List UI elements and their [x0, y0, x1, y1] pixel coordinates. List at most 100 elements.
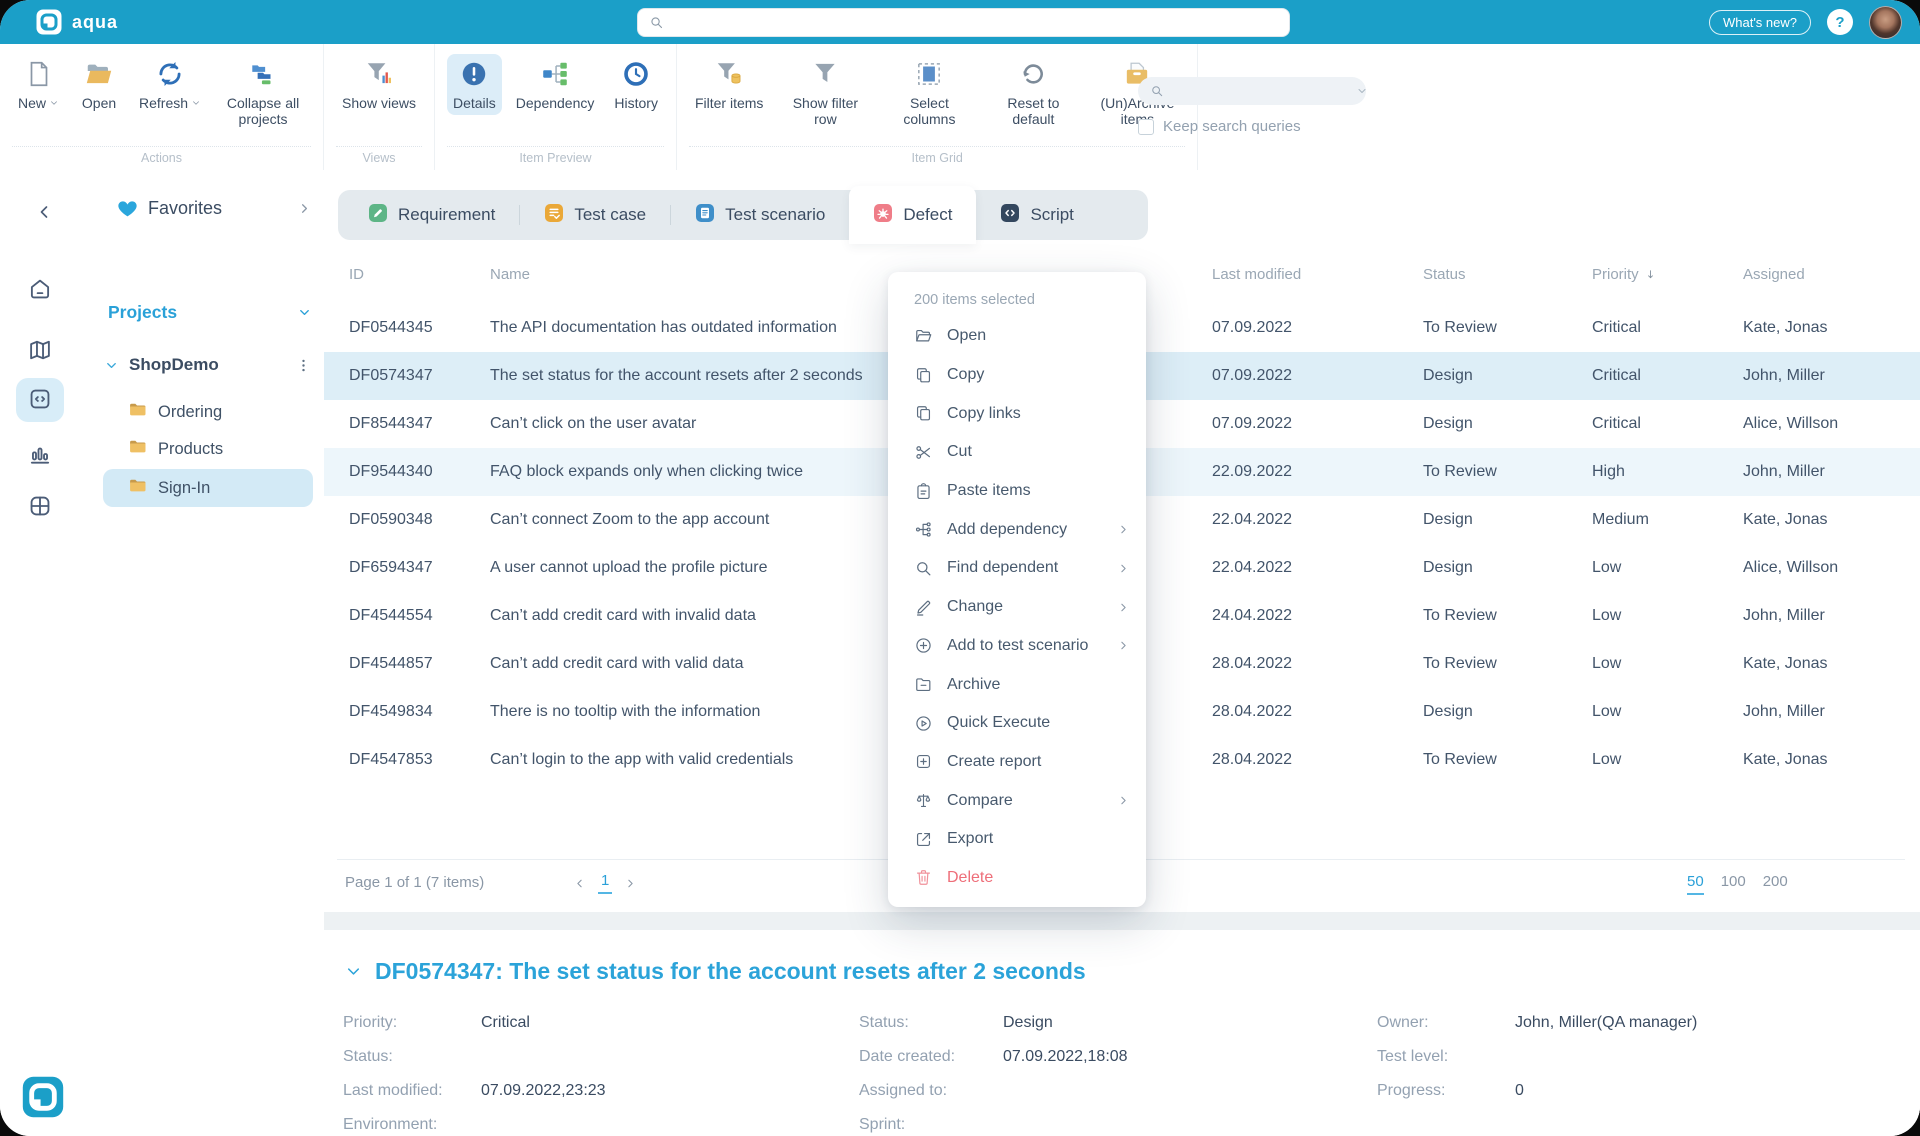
menu-item-add-dependency[interactable]: Add dependency — [888, 510, 1146, 549]
sidebar-item-home[interactable] — [16, 268, 64, 312]
menu-item-find-dependent[interactable]: Find dependent — [888, 549, 1146, 588]
global-search-input[interactable] — [664, 9, 1289, 36]
ribbon-button-details[interactable]: Details — [446, 54, 502, 115]
keep-search-checkbox[interactable] — [1138, 118, 1154, 135]
kebab-menu-icon[interactable] — [295, 357, 312, 374]
menu-item-export[interactable]: Export — [888, 820, 1146, 859]
collapse-sidebar-button[interactable] — [20, 196, 68, 230]
tree-folder-products[interactable]: Products — [76, 431, 324, 468]
detail-column-1: Status: Design Date created: 07.09.2022,18:… — [859, 1014, 1128, 1136]
keep-search-queries-option[interactable]: Keep search queries — [1138, 118, 1398, 135]
tab-label: Test scenario — [725, 205, 826, 224]
cell-id: DF6594347 — [349, 559, 433, 576]
chevron-down-icon[interactable] — [104, 358, 119, 373]
tree-folder-ordering[interactable]: Ordering — [76, 394, 324, 431]
tab-defect[interactable]: Defect — [849, 186, 977, 244]
ribbon-button-refresh[interactable]: Refresh — [133, 54, 207, 115]
menu-item-archive[interactable]: Archive — [888, 665, 1146, 704]
menu-item-add-to-test-scenario[interactable]: Add to test scenario — [888, 627, 1146, 666]
cell-status: To Review — [1423, 655, 1497, 672]
chevron-right-icon[interactable] — [297, 201, 312, 216]
menu-item-cut[interactable]: Cut — [888, 433, 1146, 472]
next-page-button[interactable] — [624, 877, 637, 890]
cell-assigned: Kate, Jonas — [1743, 655, 1828, 672]
rail-grid-icon — [27, 493, 53, 522]
help-button[interactable]: ? — [1827, 9, 1853, 35]
chevron-down-icon[interactable] — [1356, 85, 1368, 97]
column-header-last-modified[interactable]: Last modified — [1212, 266, 1423, 283]
cell-status: To Review — [1423, 607, 1497, 624]
menu-item-label: Create report — [947, 752, 1042, 770]
cell-assigned: Kate, Jonas — [1743, 319, 1828, 336]
grid-search[interactable] — [1138, 77, 1366, 105]
column-header-status[interactable]: Status — [1423, 266, 1592, 283]
ribbon-button-history[interactable]: History — [608, 54, 664, 115]
ribbon-button-new[interactable]: New — [12, 54, 65, 115]
current-page[interactable]: 1 — [598, 872, 613, 894]
page-size-200[interactable]: 200 — [1763, 873, 1788, 895]
folder-icon — [128, 476, 148, 501]
question-mark-icon: ? — [1835, 13, 1845, 31]
menu-item-compare[interactable]: Compare — [888, 781, 1146, 820]
menu-item-delete[interactable]: Delete — [888, 859, 1146, 898]
ribbon-button-show-views[interactable]: Show views — [336, 54, 422, 115]
menu-item-copy[interactable]: Copy — [888, 356, 1146, 395]
ribbon-button-dependency[interactable]: Dependency — [510, 54, 601, 115]
avatar[interactable] — [1869, 5, 1902, 39]
ribbon-button-show-filter-row[interactable]: Show filter row — [777, 54, 873, 131]
field-label: Date created: — [859, 1048, 956, 1065]
detail-field-environment: Environment: — [343, 1116, 606, 1136]
column-header-assigned[interactable]: Assigned — [1743, 266, 1920, 283]
cell-priority: Critical — [1592, 367, 1641, 384]
chevron-down-icon[interactable] — [297, 305, 312, 320]
tab-test-case[interactable]: Test case — [520, 190, 670, 240]
menu-item-copy-links[interactable]: Copy links — [888, 394, 1146, 433]
brand[interactable]: aqua — [36, 9, 118, 35]
sidebar-item-map[interactable] — [16, 329, 64, 373]
cell-modified: 24.04.2022 — [1212, 607, 1293, 624]
ribbon-button-reset-to-default[interactable]: Reset to default — [985, 54, 1081, 131]
field-label: Status: — [859, 1014, 909, 1031]
grid-search-input[interactable] — [1164, 83, 1356, 99]
detail-field-status: Status: — [343, 1048, 606, 1072]
cell-status: To Review — [1423, 751, 1497, 768]
menu-item-label: Cut — [947, 443, 972, 461]
whats-new-button[interactable]: What's new? — [1708, 9, 1811, 35]
sidebar-item-items[interactable] — [16, 378, 64, 422]
tree-project-shopdemo[interactable]: ShopDemo — [104, 350, 312, 380]
item-type-tabs: Requirement Test case Test scenario Defect S… — [338, 186, 1148, 244]
page-size-100[interactable]: 100 — [1721, 873, 1746, 895]
m-plus-icon — [914, 636, 933, 655]
global-search[interactable] — [637, 8, 1290, 37]
tree-folder-sign-in[interactable]: Sign-In — [103, 469, 313, 507]
sidebar-item-dashboards[interactable] — [16, 485, 64, 529]
favorites-row[interactable]: Favorites — [116, 192, 312, 224]
tab-script[interactable]: Script — [976, 190, 1097, 240]
page-size-50[interactable]: 50 — [1687, 873, 1704, 895]
cell-status: Design — [1423, 511, 1473, 528]
menu-item-quick-execute[interactable]: Quick Execute — [888, 704, 1146, 743]
ribbon-toolbar: New Open Refresh Collapse all projects Actio… — [0, 44, 1920, 170]
ribbon-button-open[interactable]: Open — [73, 54, 125, 115]
menu-item-open[interactable]: Open — [888, 317, 1146, 356]
ribbon-button-filter-items[interactable]: Filter items — [689, 54, 769, 115]
ribbon-button-collapse-all-projects[interactable]: Collapse all projects — [215, 54, 311, 131]
ribbon-button-select-columns[interactable]: Select columns — [881, 54, 977, 131]
menu-item-paste-items[interactable]: Paste items — [888, 472, 1146, 511]
prev-page-button[interactable] — [573, 877, 586, 890]
column-header-id[interactable]: ID — [349, 266, 490, 283]
chevron-down-icon[interactable] — [344, 962, 363, 981]
menu-item-change[interactable]: Change — [888, 588, 1146, 627]
detail-header[interactable]: DF0574347: The set status for the accoun… — [344, 958, 1086, 985]
cell-assigned: John, Miller — [1743, 607, 1825, 624]
topbar: aqua What's new? ? — [0, 0, 1920, 44]
menu-item-create-report[interactable]: Create report — [888, 743, 1146, 782]
cell-assigned: John, Miller — [1743, 703, 1825, 720]
sidebar-item-reports[interactable] — [16, 433, 64, 477]
column-header-priority[interactable]: Priority — [1592, 266, 1743, 283]
m-open-icon — [914, 327, 933, 346]
tab-test-scenario[interactable]: Test scenario — [671, 190, 849, 240]
cell-id: DF0590348 — [349, 511, 433, 528]
projects-header[interactable]: Projects — [108, 298, 312, 326]
tab-requirement[interactable]: Requirement — [344, 190, 519, 240]
